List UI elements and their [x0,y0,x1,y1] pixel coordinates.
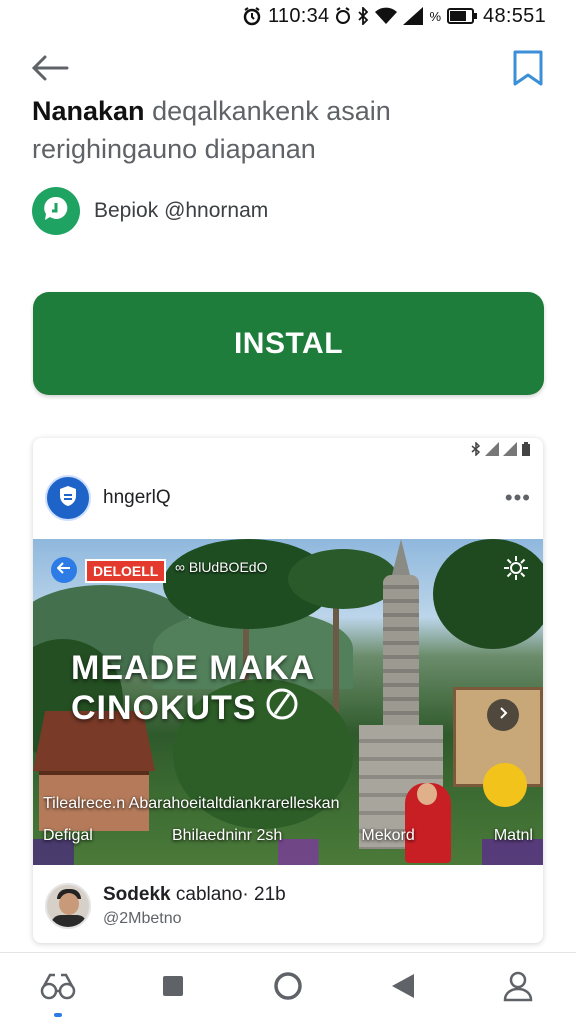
alarm-icon [242,6,262,26]
author-name[interactable]: Sodekk cablano· 21b [103,884,286,906]
account-avatar[interactable] [45,475,91,521]
app-title-bold: Nanakan [32,96,145,126]
nav-item-back[interactable] [373,959,433,1019]
battery-icon [521,442,531,459]
signal-icon [485,442,499,459]
shield-icon [56,484,80,513]
signal-icon [403,7,424,25]
chat-bubble-icon [41,194,71,229]
author-handle: @2Mbetno [103,910,182,927]
bluetooth-icon [471,441,481,459]
temple-body [383,575,419,725]
nav-item-recents[interactable] [143,959,203,1019]
author-avatar[interactable] [45,883,91,929]
alarm-small-icon [335,7,351,25]
avatar-body [51,915,87,927]
media-label-center: Bhilaedninr 2sh [171,827,283,844]
avatar-face [59,893,79,915]
author-info: Sodekk cablano· 21b @2Mbetno [103,884,286,928]
square-icon [161,974,185,1003]
chevron-right-icon [496,706,510,725]
media-label-mid: Mekord [361,827,415,844]
back-button[interactable] [30,50,70,90]
nav-item-profile[interactable] [488,959,548,1019]
bookmark-icon [511,49,545,92]
media-headline-line2: CINOKUTS [71,687,299,730]
top-bar [0,50,576,90]
media-tag-subtext: ∞ BlUdBOEdO [175,559,268,575]
circle-icon [273,971,303,1006]
battery-icon [447,8,478,24]
media-back-button[interactable] [51,557,77,583]
media-settings-button[interactable] [501,555,531,585]
post-header: hngerlQ ••• [45,474,531,522]
battery-percent: % [429,8,442,24]
nav-item-glasses[interactable] [28,959,88,1019]
status-bar: 110:34 % 48:551 [0,0,576,32]
back-triangle-icon [390,972,416,1005]
account-name[interactable]: hngerlQ [103,487,505,509]
developer-name: Bepiok @hnornam [94,199,269,222]
install-button[interactable]: INSTAL [33,292,544,395]
post-card: hngerlQ ••• DELOELL ∞ BlUdBOEdO MEADE MA… [33,438,543,943]
gear-icon [503,555,529,586]
bookmark-button[interactable] [508,50,548,90]
more-options-button[interactable]: ••• [505,485,531,511]
status-time: 110:34 [267,4,330,27]
wifi-icon [375,7,398,25]
arrow-left-icon [31,54,69,87]
bluetooth-icon [357,7,369,25]
nav-item-home[interactable] [258,959,318,1019]
media-caption: Tilealrece.n Abarahoeitaltdiankrarellesk… [43,795,340,812]
media-next-button[interactable] [487,699,519,731]
media-label-left: Defigal [43,827,93,844]
signal-icon [503,442,517,459]
no-entry-icon [265,687,299,730]
media-headline-line2-text: CINOKUTS [71,689,257,727]
developer-row[interactable]: Bepiok @hnornam [32,186,268,236]
media-headline-line1: MEADE MAKA [71,649,316,687]
active-indicator [53,1012,62,1017]
bottom-navigation [0,952,576,1024]
temple-spire [391,539,411,579]
card-status-icons [471,441,531,459]
person-icon [502,970,534,1007]
post-media-image[interactable]: DELOELL ∞ BlUdBOEdO MEADE MAKA CINOKUTS … [33,539,543,865]
battery-text: 48:551 [483,4,546,27]
post-footer: Sodekk cablano· 21b @2Mbetno [45,878,531,934]
glasses-icon [40,971,76,1006]
developer-logo [32,187,80,235]
media-tag-badge: DELOELL [85,559,167,583]
app-title: Nanakan deqalkankenk asain rerighingauno… [32,92,542,168]
arrow-left-icon [56,561,71,579]
media-labels: Defigal Bhilaedninr 2sh Mekord Matnl [43,827,533,845]
media-label-right: Matnl [493,827,533,844]
